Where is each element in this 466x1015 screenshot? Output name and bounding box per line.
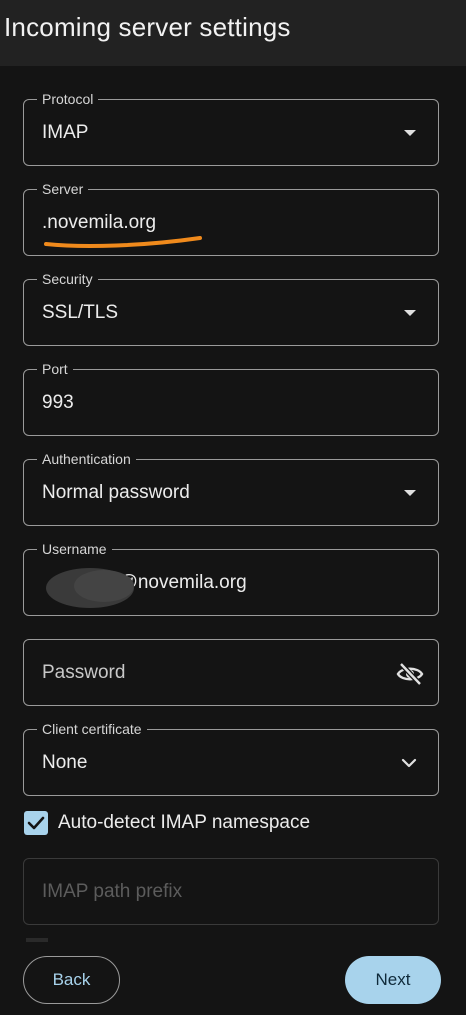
dropdown-arrow-icon — [404, 490, 416, 496]
protocol-select[interactable]: Protocol IMAP — [23, 91, 439, 166]
page-title: Incoming server settings — [4, 12, 291, 42]
security-label: Security — [37, 271, 98, 287]
password-placeholder: Password — [42, 662, 126, 683]
port-value: 993 — [42, 392, 74, 413]
dropdown-arrow-icon — [404, 130, 416, 136]
authentication-label: Authentication — [37, 451, 136, 467]
client-certificate-label: Client certificate — [37, 721, 147, 737]
port-label: Port — [37, 361, 73, 377]
server-label: Server — [37, 181, 89, 197]
orange-underline-annotation — [44, 236, 202, 248]
auto-detect-namespace-label: Auto-detect IMAP namespace — [58, 812, 311, 833]
security-select[interactable]: Security SSL/TLS — [23, 271, 439, 346]
imap-path-prefix-placeholder: IMAP path prefix — [42, 881, 183, 902]
app-bar: Incoming server settings — [0, 0, 466, 66]
visibility-off-icon[interactable] — [396, 661, 424, 687]
auto-detect-namespace-checkbox[interactable] — [24, 811, 48, 835]
authentication-value: Normal password — [42, 482, 190, 503]
chevron-down-icon — [401, 758, 417, 768]
next-button[interactable]: Next — [345, 956, 441, 1004]
protocol-label: Protocol — [37, 91, 99, 107]
protocol-value: IMAP — [42, 122, 89, 143]
check-icon — [27, 816, 45, 830]
client-certificate-value: None — [42, 752, 88, 773]
client-certificate-select[interactable]: Client certificate None — [23, 721, 439, 796]
username-label: Username — [37, 541, 112, 557]
dropdown-arrow-icon — [404, 310, 416, 316]
security-value: SSL/TLS — [42, 302, 119, 323]
imap-path-prefix-field: IMAP path prefix — [23, 858, 439, 925]
partially-visible-checkbox — [26, 938, 48, 942]
back-button[interactable]: Back — [23, 956, 120, 1004]
port-field[interactable]: Port 993 — [23, 361, 439, 436]
redaction-blur — [46, 568, 134, 608]
authentication-select[interactable]: Authentication Normal password — [23, 451, 439, 526]
password-field[interactable]: Password — [23, 639, 439, 706]
